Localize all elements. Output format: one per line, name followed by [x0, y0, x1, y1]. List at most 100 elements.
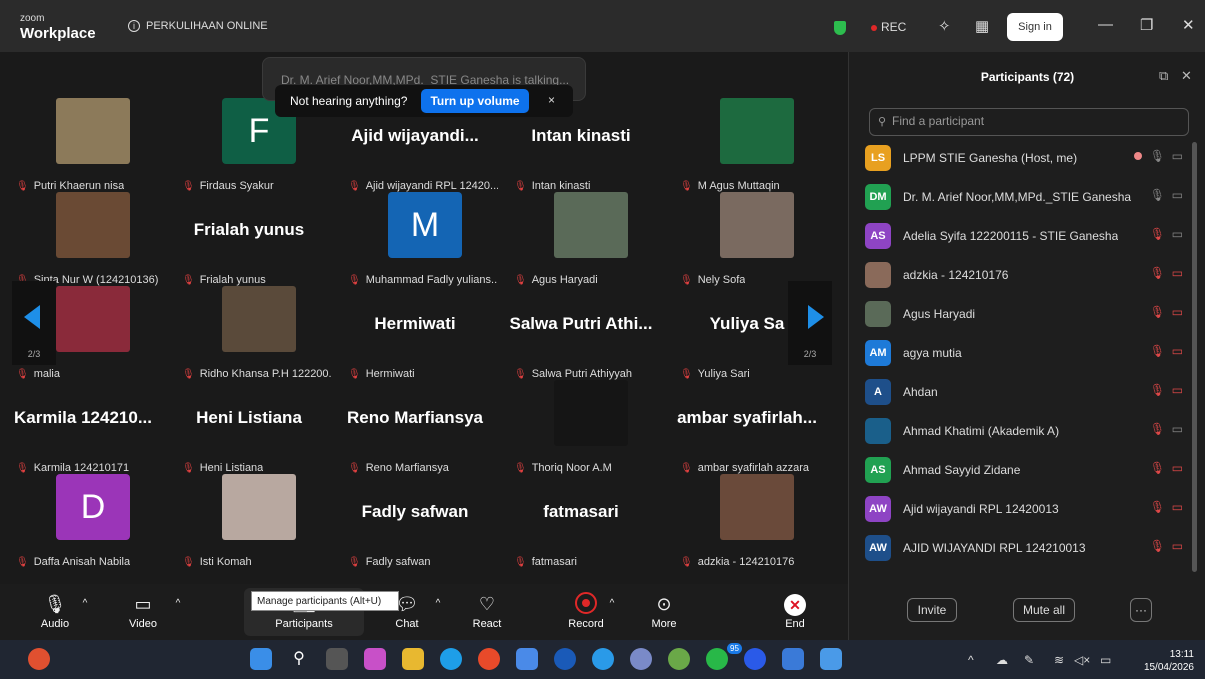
next-page-button[interactable]: 2/3 [788, 281, 832, 365]
video-muted-icon[interactable]: ▭ [1172, 539, 1183, 553]
video-tile[interactable]: M 🎙︎ Muhammad Fadly yulians... [332, 192, 498, 286]
recording-indicator[interactable]: REC [871, 20, 906, 34]
mute-all-button[interactable]: Mute all [1013, 598, 1075, 622]
video-tile[interactable]: 🎙︎ Ridho Khansa P.H 122200... [166, 286, 332, 380]
app-icon[interactable] [592, 648, 614, 670]
mic-muted-icon[interactable]: 🎙︎ [1150, 461, 1165, 475]
video-tile[interactable]: Salwa Putri Athi... 🎙︎ Salwa Putri Athiyya… [498, 286, 664, 380]
sign-in-button[interactable]: Sign in [1007, 13, 1063, 41]
mic-muted-icon[interactable]: 🎙︎ [1150, 500, 1165, 514]
video-tile[interactable]: 🎙︎ Agus Haryadi [498, 192, 664, 286]
mic-on-icon[interactable]: 🎙︎ [1150, 188, 1165, 202]
search-input[interactable] [892, 114, 1172, 128]
turn-up-volume-button[interactable]: Turn up volume [421, 89, 529, 113]
video-off-icon[interactable]: ▭ [1172, 227, 1183, 241]
mic-muted-icon[interactable]: 🎙︎ [1150, 383, 1165, 397]
video-off-icon[interactable]: ▭ [1172, 422, 1183, 436]
participant-row[interactable]: AW Ajid wijayandi RPL 12420013 🎙︎ ▭ [865, 490, 1189, 528]
mic-muted-icon[interactable]: 🎙︎ [1150, 422, 1165, 436]
battery-icon[interactable]: ▭ [1100, 653, 1111, 667]
video-options-caret[interactable]: ^ [168, 592, 188, 616]
whatsapp-icon[interactable] [706, 648, 728, 670]
shield-icon[interactable] [834, 21, 846, 35]
video-tile[interactable]: Heni Listiana 🎙︎ Heni Listiana [166, 380, 332, 474]
video-muted-icon[interactable]: ▭ [1172, 344, 1183, 358]
copilot-icon[interactable] [364, 648, 386, 670]
mic-muted-icon[interactable]: 🎙︎ [1150, 266, 1165, 280]
info-icon[interactable]: i [128, 20, 140, 32]
start-icon[interactable] [250, 648, 272, 670]
mic-on-icon[interactable]: 🎙︎ [1150, 149, 1165, 163]
video-tile[interactable]: 🎙︎ Thoriq Noor A.M [498, 380, 664, 474]
participant-row[interactable]: AS Ahmad Sayyid Zidane 🎙︎ ▭ [865, 451, 1189, 489]
search-taskbar-icon[interactable]: ⚲ [288, 648, 310, 670]
more-button[interactable]: ⊙ More [629, 592, 699, 630]
tray-pen-icon[interactable]: ✎ [1024, 653, 1034, 667]
task-view-icon[interactable] [326, 648, 348, 670]
video-tile[interactable]: Fadly safwan 🎙︎ Fadly safwan [332, 474, 498, 568]
mic-muted-icon[interactable]: 🎙︎ [1150, 539, 1165, 553]
close-window-icon[interactable]: ✕ [1182, 16, 1195, 34]
invite-button[interactable]: Invite [907, 598, 957, 622]
chrome-icon[interactable] [478, 648, 500, 670]
minimize-icon[interactable]: — [1098, 16, 1113, 33]
close-panel-icon[interactable]: ✕ [1181, 68, 1192, 84]
video-tile[interactable]: Karmila 124210... 🎙︎ Karmila 124210171 [0, 380, 166, 474]
react-button[interactable]: ♡ React [452, 592, 522, 630]
video-tile[interactable]: 🎙︎ Isti Komah [166, 474, 332, 568]
participant-row[interactable]: DM Dr. M. Arief Noor,MM,MPd._STIE Ganesha… [865, 178, 1189, 216]
video-tile[interactable]: ambar syafirlah... 🎙︎ ambar syafirlah azza… [664, 380, 830, 474]
panel-more-button[interactable]: ··· [1130, 598, 1152, 622]
video-off-icon[interactable]: ▭ [1172, 149, 1183, 163]
weather-icon[interactable] [28, 648, 50, 670]
file-explorer-icon[interactable] [402, 648, 424, 670]
app4-icon[interactable] [782, 648, 804, 670]
chat-options-caret[interactable]: ^ [428, 592, 448, 616]
participant-row[interactable]: Ahmad Khatimi (Akademik A) 🎙︎ ▭ [865, 412, 1189, 450]
participant-search[interactable]: ⚲ [869, 108, 1189, 136]
popout-icon[interactable]: ⧉ [1159, 68, 1168, 84]
mic-muted-icon[interactable]: 🎙︎ [1150, 305, 1165, 319]
record-options-caret[interactable]: ^ [602, 592, 622, 616]
video-tile[interactable]: 🎙︎Sinta Nur W (124210136) [0, 192, 166, 286]
video-tile[interactable]: Hermiwati 🎙︎ Hermiwati [332, 286, 498, 380]
video-tile[interactable]: 🎙︎ adzkia - 124210176 [664, 474, 830, 568]
participant-row[interactable]: AW AJID WIJAYANDI RPL 124210013 🎙︎ ▭ [865, 529, 1189, 567]
store-icon[interactable] [516, 648, 538, 670]
tray-chevron-icon[interactable]: ^ [968, 653, 974, 667]
participant-row[interactable]: Agus Haryadi 🎙︎ ▭ [865, 295, 1189, 333]
video-tile[interactable]: 🎙︎ Nely Sofa [664, 192, 830, 286]
video-tile[interactable]: Reno Marfiansya 🎙︎ Reno Marfiansya [332, 380, 498, 474]
app2-icon[interactable] [630, 648, 652, 670]
participant-row[interactable]: AM agya mutia 🎙︎ ▭ [865, 334, 1189, 372]
video-tile[interactable]: 🎙︎ M Agus Muttaqin [664, 98, 830, 192]
edge-icon[interactable] [440, 648, 462, 670]
video-tile[interactable]: D 🎙︎ Daffa Anisah Nabila [0, 474, 166, 568]
toast-close-icon[interactable]: × [548, 93, 555, 107]
audio-options-caret[interactable]: ^ [75, 592, 95, 616]
video-tile[interactable]: fatmasari 🎙︎ fatmasari [498, 474, 664, 568]
restore-icon[interactable]: ❐ [1140, 16, 1153, 34]
participant-row[interactable]: A Ahdan 🎙︎ ▭ [865, 373, 1189, 411]
participant-row[interactable]: LS LPPM STIE Ganesha (Host, me) 🎙︎ ▭ [865, 139, 1189, 177]
sparkle-icon[interactable]: ✧ [938, 17, 951, 35]
meeting-info[interactable]: i PERKULIHAAN ONLINE [128, 20, 268, 32]
mic-muted-icon[interactable]: 🎙︎ [1150, 227, 1165, 241]
zoom-taskbar-icon[interactable] [744, 648, 766, 670]
previous-page-button[interactable]: 2/3 [12, 281, 56, 365]
video-muted-icon[interactable]: ▭ [1172, 383, 1183, 397]
video-muted-icon[interactable]: ▭ [1172, 461, 1183, 475]
video-tile[interactable]: 🎙︎ Putri Khaerun nisa [0, 98, 166, 192]
video-tile[interactable]: Frialah yunus 🎙︎ Frialah yunus [166, 192, 332, 286]
volume-icon[interactable]: ◁× [1074, 653, 1090, 667]
video-off-icon[interactable]: ▭ [1172, 188, 1183, 202]
video-muted-icon[interactable]: ▭ [1172, 266, 1183, 280]
participant-row[interactable]: AS Adelia Syifa 122200115 - STIE Ganesha 🎙… [865, 217, 1189, 255]
app3-icon[interactable] [668, 648, 690, 670]
clock[interactable]: 13:11 15/04/2026 [1130, 648, 1194, 674]
hp-icon[interactable] [554, 648, 576, 670]
mic-muted-icon[interactable]: 🎙︎ [1150, 344, 1165, 358]
end-button[interactable]: ✕ End [760, 592, 830, 630]
app5-icon[interactable] [820, 648, 842, 670]
panel-scrollbar[interactable] [1192, 142, 1197, 572]
